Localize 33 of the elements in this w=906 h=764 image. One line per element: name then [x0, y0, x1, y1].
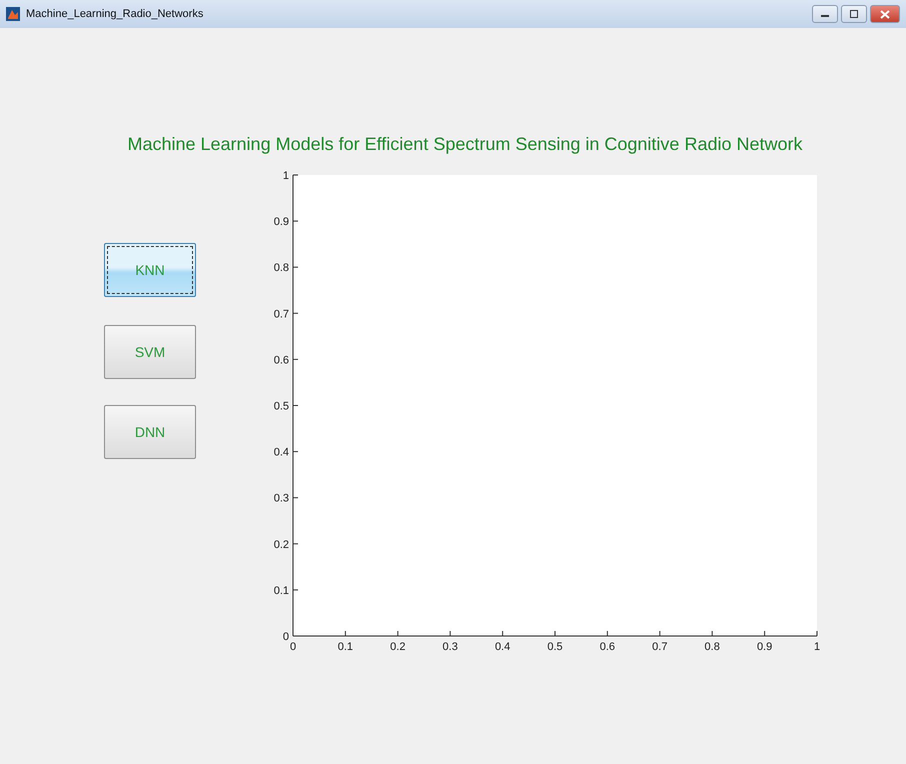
maximize-button[interactable] — [841, 5, 867, 23]
x-tick-label: 0.2 — [390, 641, 406, 653]
y-tick-label: 0.4 — [274, 446, 289, 459]
x-tick-label: 0.9 — [756, 641, 772, 653]
y-tick-label: 0.7 — [274, 308, 289, 320]
model-button[interactable]: DNN — [104, 405, 196, 459]
x-tick-label: 1 — [814, 641, 820, 653]
y-tick-label: 0.3 — [274, 492, 289, 505]
x-tick-label: 0.1 — [338, 641, 354, 653]
y-tick-label: 0 — [282, 631, 289, 643]
window-title: Machine_Learning_Radio_Networks — [26, 8, 204, 20]
y-tick-label: 0.5 — [274, 400, 289, 412]
model-button[interactable]: SVM — [104, 325, 196, 379]
x-tick-label: 0.4 — [494, 641, 510, 653]
y-tick-label: 0.6 — [274, 354, 289, 366]
y-tick-label: 0.1 — [274, 584, 289, 597]
y-tick-label: 0.8 — [274, 262, 289, 274]
minimize-button[interactable] — [812, 5, 838, 23]
x-tick-label: 0 — [290, 641, 296, 653]
close-button[interactable] — [870, 5, 900, 23]
x-tick-label: 0.7 — [652, 641, 668, 653]
app-icon — [6, 7, 20, 21]
x-tick-label: 0.3 — [442, 641, 458, 653]
x-tick-label: 0.8 — [704, 641, 720, 653]
heading: Machine Learning Models for Efficient Spectrum Sensing in Cognitive Radio Network — [126, 134, 804, 155]
y-tick-label: 0.9 — [274, 216, 289, 228]
maximize-icon — [849, 10, 859, 18]
x-tick-label: 0.5 — [547, 641, 563, 653]
x-tick-label: 0.6 — [600, 641, 616, 653]
y-tick-label: 1 — [282, 170, 289, 182]
model-button[interactable]: KNN — [104, 243, 196, 297]
close-icon — [880, 10, 890, 18]
y-tick-label: 0.2 — [274, 538, 289, 551]
